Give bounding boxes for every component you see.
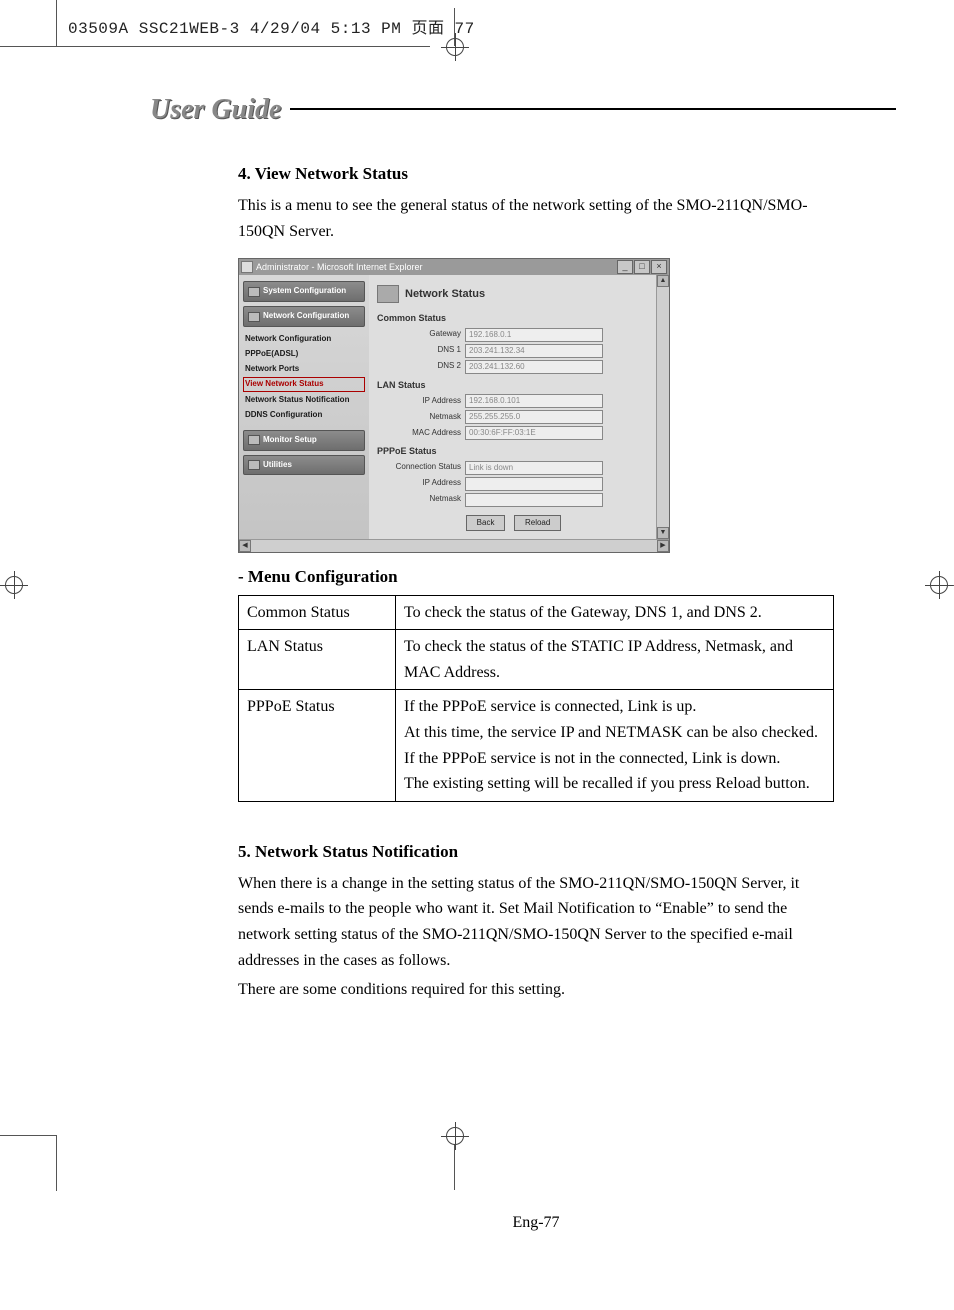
table-cell: LAN Status (239, 630, 396, 690)
nav-label: Monitor Setup (263, 434, 317, 447)
nav-system-configuration[interactable]: System Configuration (243, 281, 365, 302)
nav-network-configuration[interactable]: Network Configuration (243, 306, 365, 327)
label-ip-address: IP Address (377, 395, 465, 408)
page-title: User Guide (150, 94, 281, 126)
nav-label: Utilities (263, 459, 292, 472)
monitor-icon (248, 435, 260, 445)
table-cell: Common Status (239, 595, 396, 630)
network-icon (248, 312, 260, 322)
registration-mark-top (441, 33, 469, 61)
link-network-configuration[interactable]: Network Configuration (245, 333, 365, 346)
value-connection-status: Link is down (465, 461, 603, 475)
table-cell: To check the status of the STATIC IP Add… (396, 630, 834, 690)
value-dns2: 203.241.132.60 (465, 360, 603, 374)
panel-icon (377, 285, 399, 303)
system-icon (248, 287, 260, 297)
section5-heading: 5. Network Status Notification (238, 838, 834, 865)
vertical-scrollbar[interactable]: ▲ ▼ (656, 275, 669, 539)
link-view-network-status[interactable]: View Network Status (243, 377, 365, 392)
section-lan-status: LAN Status (377, 378, 650, 392)
table-cell: If the PPPoE service is connected, Link … (396, 690, 834, 801)
section4-heading: 4. View Network Status (238, 160, 834, 187)
section5-paragraph-1: When there is a change in the setting st… (238, 871, 834, 973)
utilities-icon (248, 460, 260, 470)
value-pppoe-ip (465, 477, 603, 491)
window-titlebar: Administrator - Microsoft Internet Explo… (239, 259, 669, 275)
section4-paragraph: This is a menu to see the general status… (238, 193, 834, 244)
panel-title: Network Status (405, 286, 485, 304)
main-panel: Network Status Common Status Gateway192.… (369, 275, 656, 539)
nav-label: System Configuration (263, 285, 346, 298)
link-network-ports[interactable]: Network Ports (245, 363, 365, 376)
scroll-left-arrow[interactable]: ◀ (239, 540, 251, 552)
scroll-up-arrow[interactable]: ▲ (657, 275, 669, 287)
registration-mark-left (0, 571, 28, 599)
maximize-button[interactable]: □ (634, 260, 650, 274)
value-ip-address: 192.168.0.101 (465, 394, 603, 408)
value-dns1: 203.241.132.34 (465, 344, 603, 358)
registration-mark-right (925, 571, 953, 599)
menu-configuration-table: Common Status To check the status of the… (238, 595, 834, 802)
close-button[interactable]: × (651, 260, 667, 274)
nav-monitor-setup[interactable]: Monitor Setup (243, 430, 365, 451)
scroll-down-arrow[interactable]: ▼ (657, 527, 669, 539)
label-gateway: Gateway (377, 328, 465, 341)
value-netmask: 255.255.255.0 (465, 410, 603, 424)
nav-utilities[interactable]: Utilities (243, 455, 365, 476)
table-cell: PPPoE Status (239, 690, 396, 801)
value-pppoe-netmask (465, 493, 603, 507)
minimize-button[interactable]: _ (617, 260, 633, 274)
label-pppoe-ip: IP Address (377, 477, 465, 490)
section5-paragraph-2: There are some conditions required for t… (238, 977, 834, 1003)
nav-label: Network Configuration (263, 310, 349, 323)
browser-window: Administrator - Microsoft Internet Explo… (238, 258, 670, 553)
sidebar: System Configuration Network Configurati… (239, 275, 369, 539)
section-common-status: Common Status (377, 311, 650, 325)
crop-header: 03509A SSC21WEB-3 4/29/04 5:13 PM 页面 77 (68, 14, 475, 38)
value-mac-address: 00:30:6F:FF:03:1E (465, 426, 603, 440)
label-mac-address: MAC Address (377, 427, 465, 440)
label-netmask: Netmask (377, 411, 465, 424)
window-title: Administrator - Microsoft Internet Explo… (256, 260, 616, 274)
registration-mark-bottom (441, 1122, 469, 1150)
back-button[interactable]: Back (466, 515, 506, 532)
ie-icon (241, 261, 253, 273)
label-pppoe-netmask: Netmask (377, 493, 465, 506)
reload-button[interactable]: Reload (514, 515, 561, 532)
label-dns1: DNS 1 (377, 344, 465, 357)
link-ddns-configuration[interactable]: DDNS Configuration (245, 409, 365, 422)
section-pppoe-status: PPPoE Status (377, 444, 650, 458)
page-number: Eng-77 (238, 1210, 834, 1236)
link-pppoe[interactable]: PPPoE(ADSL) (245, 348, 365, 361)
label-connection-status: Connection Status (377, 461, 465, 474)
value-gateway: 192.168.0.1 (465, 328, 603, 342)
menu-configuration-heading: - Menu Configuration (238, 563, 834, 590)
label-dns2: DNS 2 (377, 360, 465, 373)
table-cell: To check the status of the Gateway, DNS … (396, 595, 834, 630)
title-rule (290, 108, 896, 110)
horizontal-scrollbar[interactable]: ◀ ▶ (239, 539, 669, 552)
link-network-status-notification[interactable]: Network Status Notification (245, 394, 365, 407)
scroll-right-arrow[interactable]: ▶ (657, 540, 669, 552)
